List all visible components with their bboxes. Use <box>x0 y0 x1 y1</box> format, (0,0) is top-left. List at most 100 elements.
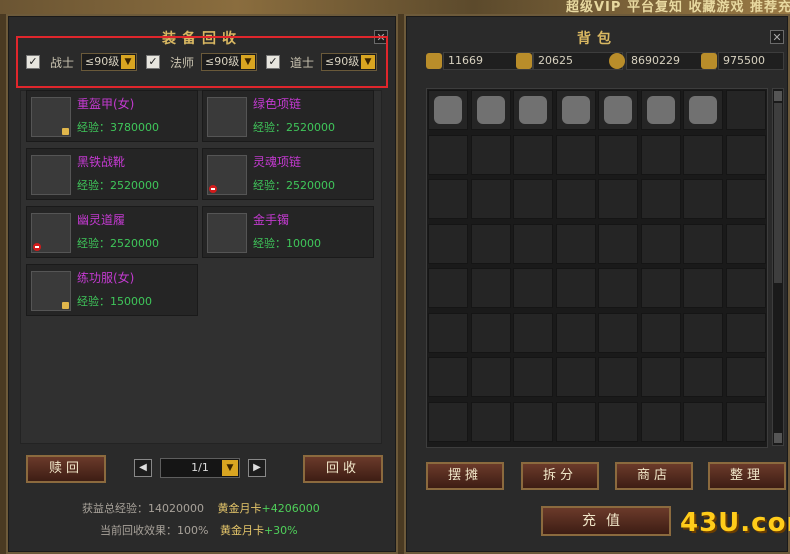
inventory-slot[interactable] <box>725 223 766 264</box>
inventory-slot[interactable] <box>555 179 596 219</box>
taoist-checkbox[interactable]: ✓ <box>266 55 280 69</box>
inventory-slot[interactable] <box>725 312 766 353</box>
inventory-slot[interactable] <box>725 90 766 130</box>
inventory-slot[interactable] <box>725 134 766 175</box>
inventory-slot[interactable] <box>555 401 596 442</box>
close-icon[interactable]: ✕ <box>770 30 784 44</box>
inventory-slot[interactable] <box>598 312 638 353</box>
inventory-slot[interactable] <box>683 90 723 130</box>
scroll-down-icon[interactable] <box>774 433 782 443</box>
recycle-item[interactable]: 灵魂项链 经验：2520000 <box>202 148 374 200</box>
sort-button[interactable]: 整理 <box>708 462 786 490</box>
inventory-slot[interactable] <box>598 401 638 442</box>
shop-button[interactable]: 商店 <box>615 462 693 490</box>
green-necklace-icon <box>207 97 247 137</box>
inventory-slot[interactable] <box>513 357 553 397</box>
recycle-item[interactable]: 黑铁战靴 经验：2520000 <box>26 148 198 200</box>
inventory-slot[interactable] <box>598 90 638 130</box>
chevron-down-icon: ▼ <box>241 55 255 69</box>
recharge-button[interactable]: 充值 <box>541 506 671 536</box>
inventory-slot[interactable] <box>470 312 511 353</box>
inventory-slot[interactable] <box>598 223 638 264</box>
inventory-slot[interactable] <box>640 90 681 130</box>
inventory-slot[interactable] <box>555 90 596 130</box>
inventory-slot[interactable] <box>470 134 511 175</box>
inventory-slot[interactable] <box>640 179 681 219</box>
inventory-slot[interactable] <box>513 179 553 219</box>
chevron-down-icon: ▼ <box>121 55 135 69</box>
armor-icon <box>519 96 547 124</box>
inventory-slot[interactable] <box>640 357 681 397</box>
inventory-slot[interactable] <box>428 401 468 442</box>
prev-page-button[interactable]: ◀ <box>134 459 152 477</box>
recycle-button[interactable]: 回收 <box>303 455 383 483</box>
inventory-slot[interactable] <box>428 179 468 219</box>
inventory-slot[interactable] <box>555 134 596 175</box>
inventory-slot[interactable] <box>513 312 553 353</box>
inventory-slot[interactable] <box>513 223 553 264</box>
next-page-button[interactable]: ▶ <box>248 459 266 477</box>
stall-button[interactable]: 摆摊 <box>426 462 504 490</box>
inventory-slot[interactable] <box>470 268 511 308</box>
scroll-up-icon[interactable] <box>774 91 782 101</box>
scroll-thumb[interactable] <box>774 103 782 283</box>
inventory-slot[interactable] <box>470 179 511 219</box>
inventory-slot[interactable] <box>683 401 723 442</box>
inventory-slot[interactable] <box>428 312 468 353</box>
inventory-slot[interactable] <box>640 312 681 353</box>
inventory-slot[interactable] <box>598 134 638 175</box>
mage-level-select[interactable]: ≤90级 ▼ <box>201 53 257 71</box>
inventory-slot[interactable] <box>513 90 553 130</box>
inventory-slot[interactable] <box>725 357 766 397</box>
recycle-item[interactable]: 绿色项链 经验：2520000 <box>202 90 374 142</box>
inventory-slot[interactable] <box>555 268 596 308</box>
inventory-slot[interactable] <box>513 401 553 442</box>
no-entry-icon <box>209 185 217 193</box>
taoist-level-select[interactable]: ≤90级 ▼ <box>321 53 377 71</box>
inventory-slot[interactable] <box>428 268 468 308</box>
item-name: 重盔甲(女) <box>77 97 135 111</box>
inventory-slot[interactable] <box>640 268 681 308</box>
warrior-checkbox[interactable]: ✓ <box>26 55 40 69</box>
inventory-slot[interactable] <box>683 357 723 397</box>
inventory-slot[interactable] <box>513 134 553 175</box>
inventory-slot[interactable] <box>470 223 511 264</box>
inventory-slot[interactable] <box>555 312 596 353</box>
inventory-slot[interactable] <box>555 223 596 264</box>
inventory-slot[interactable] <box>428 357 468 397</box>
efficiency-line: 当前回收效果：100% 黄金月卡+30% <box>100 524 298 537</box>
redeem-button[interactable]: 赎回 <box>26 455 106 483</box>
recycle-item[interactable]: 练功服(女) 经验：150000 <box>26 264 198 316</box>
inventory-slot[interactable] <box>640 223 681 264</box>
inventory-slot[interactable] <box>683 179 723 219</box>
recycle-item[interactable]: 重盔甲(女) 经验：3780000 <box>26 90 198 142</box>
inventory-slot[interactable] <box>598 179 638 219</box>
inventory-slot[interactable] <box>640 401 681 442</box>
inventory-slot[interactable] <box>555 357 596 397</box>
inventory-slot[interactable] <box>428 134 468 175</box>
inventory-slot[interactable] <box>513 268 553 308</box>
inventory-slot[interactable] <box>470 357 511 397</box>
split-button[interactable]: 拆分 <box>521 462 599 490</box>
inventory-slot[interactable] <box>683 312 723 353</box>
mage-checkbox[interactable]: ✓ <box>146 55 160 69</box>
inventory-slot[interactable] <box>683 134 723 175</box>
recycle-item[interactable]: 金手镯 经验：10000 <box>202 206 374 258</box>
inventory-slot[interactable] <box>598 357 638 397</box>
inventory-slot[interactable] <box>598 268 638 308</box>
inventory-slot[interactable] <box>428 223 468 264</box>
inventory-slot[interactable] <box>470 90 511 130</box>
inventory-slot[interactable] <box>683 223 723 264</box>
inventory-slot[interactable] <box>683 268 723 308</box>
inventory-slot[interactable] <box>640 134 681 175</box>
inventory-slot[interactable] <box>725 401 766 442</box>
recycle-item[interactable]: 幽灵道履 经验：2520000 <box>26 206 198 258</box>
page-indicator[interactable]: 1/1 ▼ <box>160 458 240 478</box>
inventory-slot[interactable] <box>725 179 766 219</box>
inventory-slot[interactable] <box>428 90 468 130</box>
inventory-slot[interactable] <box>725 268 766 308</box>
item-exp: 经验：2520000 <box>253 121 335 134</box>
inventory-slot[interactable] <box>470 401 511 442</box>
inventory-scrollbar[interactable] <box>772 88 784 446</box>
warrior-level-select[interactable]: ≤90级 ▼ <box>81 53 137 71</box>
